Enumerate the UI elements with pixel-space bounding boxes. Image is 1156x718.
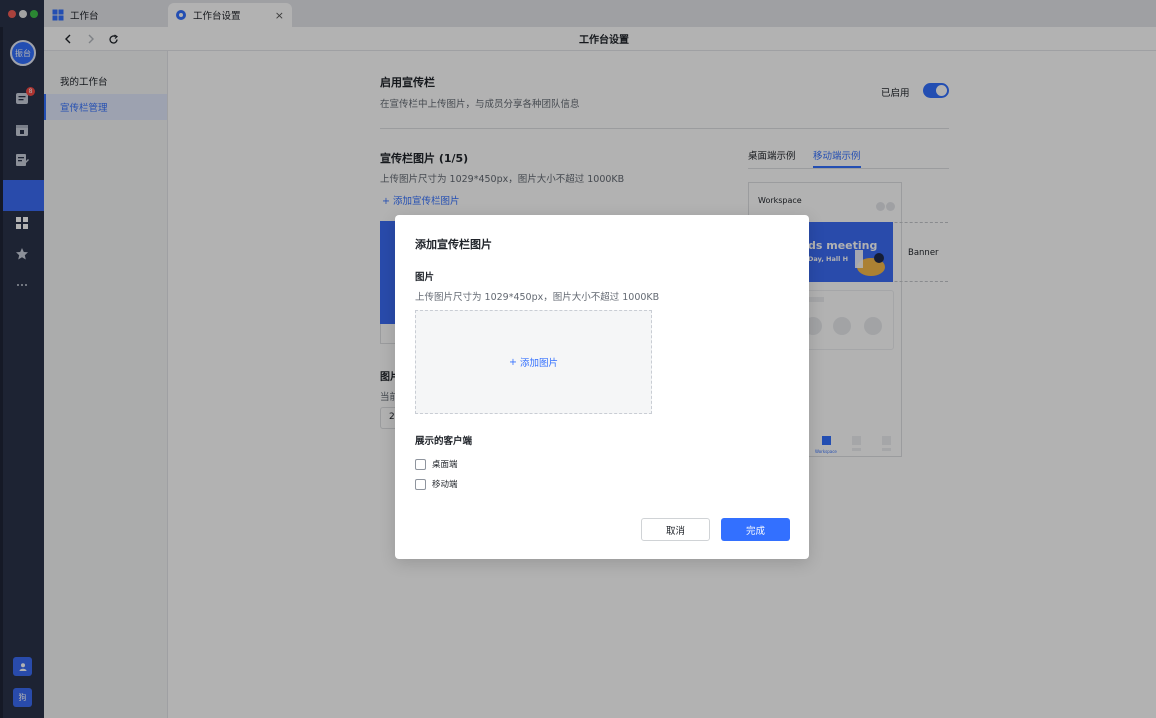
desktop-client-option[interactable]: 桌面端 <box>415 458 458 470</box>
mobile-client-option[interactable]: 移动端 <box>415 478 458 490</box>
image-field-label: 图片 <box>415 272 435 283</box>
desktop-checkbox[interactable] <box>415 458 426 470</box>
upload-image-area[interactable]: + 添加图片 <box>415 310 652 414</box>
image-field-desc: 上传图片尺寸为 1029*450px，图片大小不超过 1000KB <box>415 292 660 303</box>
plus-icon: + <box>509 356 520 368</box>
mobile-checkbox[interactable] <box>415 478 426 490</box>
dialog-title: 添加宣传栏图片 <box>415 238 492 251</box>
clients-label: 展示的客户端 <box>415 436 473 447</box>
upload-label: 添加图片 <box>519 358 558 369</box>
add-banner-dialog: 添加宣传栏图片 图片 上传图片尺寸为 1029*450px，图片大小不超过 10… <box>395 215 809 559</box>
mobile-option-label: 移动端 <box>432 480 458 490</box>
desktop-option-label: 桌面端 <box>432 460 458 470</box>
cancel-button[interactable]: 取消 <box>641 518 710 541</box>
done-button[interactable]: 完成 <box>721 518 790 541</box>
